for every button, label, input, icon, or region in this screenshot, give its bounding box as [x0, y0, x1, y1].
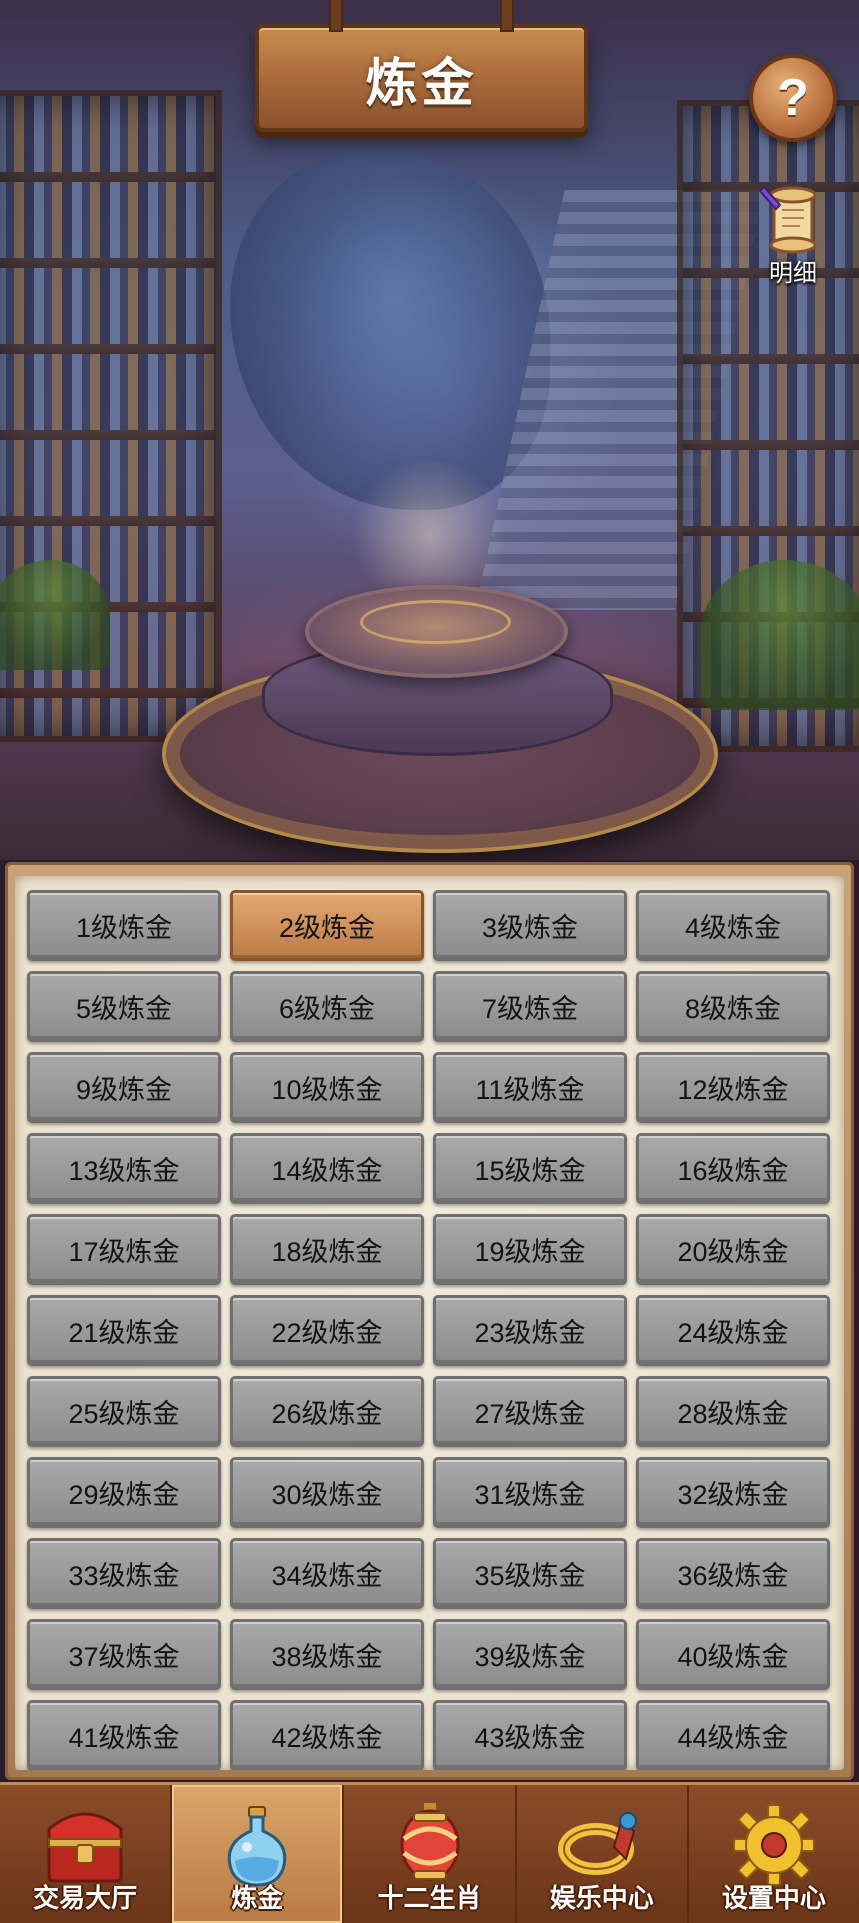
scroll-icon — [760, 185, 817, 254]
level-button-18[interactable]: 18级炼金 — [230, 1214, 424, 1285]
level-button-7[interactable]: 7级炼金 — [433, 971, 627, 1042]
level-button-14[interactable]: 14级炼金 — [230, 1133, 424, 1204]
background-cliff — [230, 150, 550, 510]
level-button-43[interactable]: 43级炼金 — [433, 1700, 627, 1770]
nav-trading-hall[interactable]: 交易大厅 — [0, 1785, 173, 1923]
level-button-38[interactable]: 38级炼金 — [230, 1619, 424, 1690]
detail-button[interactable]: 明细 — [748, 185, 838, 287]
level-button-21[interactable]: 21级炼金 — [27, 1295, 221, 1366]
question-mark-icon: ? — [777, 69, 809, 127]
level-button-17[interactable]: 17级炼金 — [27, 1214, 221, 1285]
level-button-8[interactable]: 8级炼金 — [636, 971, 830, 1042]
page-title: 炼金 — [365, 54, 478, 113]
nav-label-trading-hall: 交易大厅 — [33, 1883, 138, 1913]
level-button-30[interactable]: 30级炼金 — [230, 1457, 424, 1528]
level-button-6[interactable]: 6级炼金 — [230, 971, 424, 1042]
level-button-25[interactable]: 25级炼金 — [27, 1376, 221, 1447]
level-button-41[interactable]: 41级炼金 — [27, 1700, 221, 1770]
level-button-44[interactable]: 44级炼金 — [636, 1700, 830, 1770]
level-button-26[interactable]: 26级炼金 — [230, 1376, 424, 1447]
level-button-12[interactable]: 12级炼金 — [636, 1052, 830, 1123]
level-button-29[interactable]: 29级炼金 — [27, 1457, 221, 1528]
level-button-16[interactable]: 16级炼金 — [636, 1133, 830, 1204]
level-button-15[interactable]: 15级炼金 — [433, 1133, 627, 1204]
level-button-10[interactable]: 10级炼金 — [230, 1052, 424, 1123]
level-button-22[interactable]: 22级炼金 — [230, 1295, 424, 1366]
nav-settings[interactable]: 设置中心 — [689, 1785, 859, 1923]
nav-label-alchemy: 炼金 — [231, 1883, 284, 1913]
level-button-9[interactable]: 9级炼金 — [27, 1052, 221, 1123]
level-button-35[interactable]: 35级炼金 — [433, 1538, 627, 1609]
nav-zodiac[interactable]: 十二生肖 — [344, 1785, 517, 1923]
level-button-40[interactable]: 40级炼金 — [636, 1619, 830, 1690]
level-button-13[interactable]: 13级炼金 — [27, 1133, 221, 1204]
level-button-32[interactable]: 32级炼金 — [636, 1457, 830, 1528]
nav-label-entertainment: 娱乐中心 — [549, 1883, 654, 1913]
pedestal-rune-ring — [360, 600, 511, 644]
nav-alchemy[interactable]: 炼金 — [172, 1785, 345, 1923]
level-button-36[interactable]: 36级炼金 — [636, 1538, 830, 1609]
level-button-33[interactable]: 33级炼金 — [27, 1538, 221, 1609]
level-button-39[interactable]: 39级炼金 — [433, 1619, 627, 1690]
level-button-42[interactable]: 42级炼金 — [230, 1700, 424, 1770]
level-button-28[interactable]: 28级炼金 — [636, 1376, 830, 1447]
title-plank: 炼金 — [255, 0, 588, 132]
level-button-23[interactable]: 23级炼金 — [433, 1295, 627, 1366]
plant-left — [0, 560, 110, 670]
level-button-37[interactable]: 37级炼金 — [27, 1619, 221, 1690]
level-button-24[interactable]: 24级炼金 — [636, 1295, 830, 1366]
nav-entertainment[interactable]: 娱乐中心 — [517, 1785, 689, 1923]
level-button-27[interactable]: 27级炼金 — [433, 1376, 627, 1447]
level-button-4[interactable]: 4级炼金 — [636, 890, 830, 961]
nav-label-settings: 设置中心 — [721, 1883, 826, 1913]
level-button-34[interactable]: 34级炼金 — [230, 1538, 424, 1609]
bottom-nav: 交易大厅 炼金 十二生肖 娱乐中心 设置中心 — [0, 1782, 859, 1923]
level-button-11[interactable]: 11级炼金 — [433, 1052, 627, 1123]
level-button-20[interactable]: 20级炼金 — [636, 1214, 830, 1285]
help-button[interactable]: ? — [749, 54, 837, 142]
alchemy-scene: 炼金 ? 明细 — [0, 0, 859, 860]
detail-label: 明细 — [769, 260, 817, 287]
level-button-19[interactable]: 19级炼金 — [433, 1214, 627, 1285]
level-grid: 1级炼金 2级炼金 3级炼金 4级炼金 5级炼金 6级炼金 7级炼金 8级炼金 9级炼金 10级炼… — [27, 890, 835, 1770]
level-button-1[interactable]: 1级炼金 — [27, 890, 221, 961]
nav-label-zodiac: 十二生肖 — [377, 1883, 482, 1913]
level-button-31[interactable]: 31级炼金 — [433, 1457, 627, 1528]
level-panel: 1级炼金 2级炼金 3级炼金 4级炼金 5级炼金 6级炼金 7级炼金 8级炼金 9级炼金 10级炼… — [5, 862, 854, 1780]
level-button-5[interactable]: 5级炼金 — [27, 971, 221, 1042]
level-button-3[interactable]: 3级炼金 — [433, 890, 627, 961]
plant-right — [700, 560, 859, 710]
level-button-2[interactable]: 2级炼金 — [230, 890, 424, 961]
level-panel-inner: 1级炼金 2级炼金 3级炼金 4级炼金 5级炼金 6级炼金 7级炼金 8级炼金 9级炼金 10级炼… — [15, 876, 844, 1770]
